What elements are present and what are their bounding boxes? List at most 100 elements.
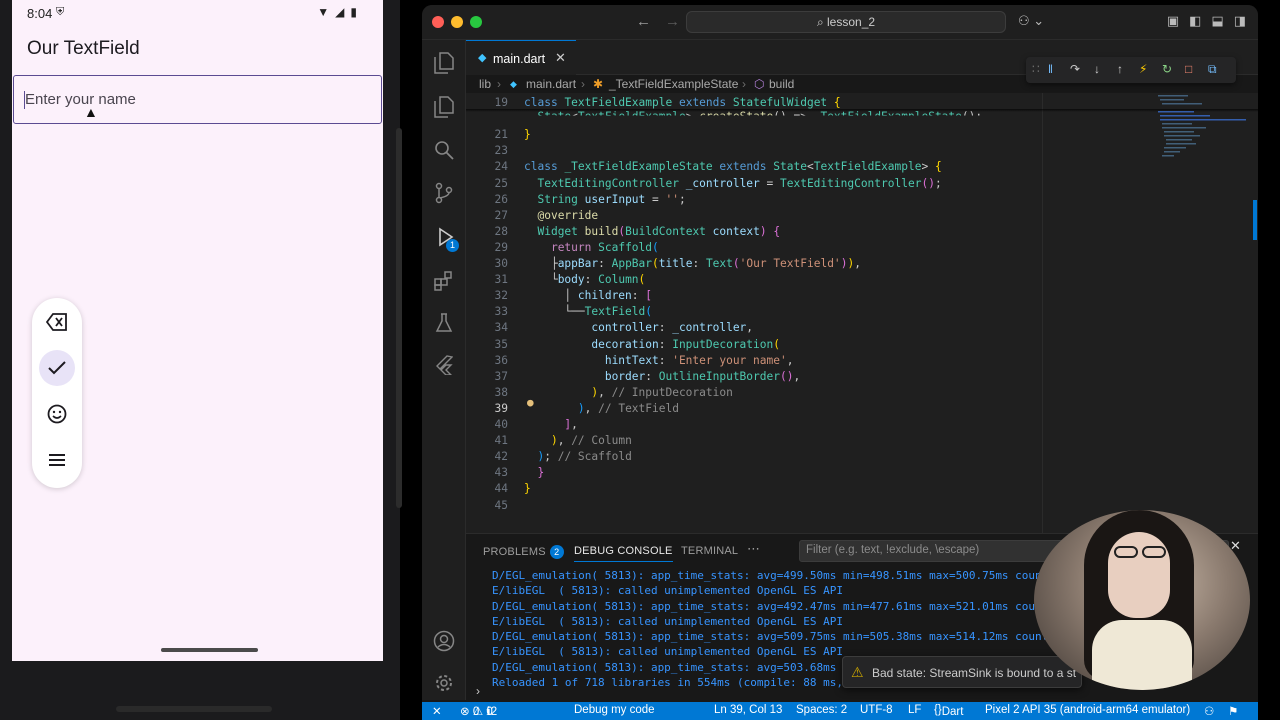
account-icon[interactable] (431, 628, 457, 654)
toggle-secondary-sidebar-icon[interactable]: ◨ (1234, 13, 1246, 29)
line-number: 33 (494, 305, 508, 319)
problems-status[interactable]: ⊗ 0 ⚠ 0 ℹ 2 (460, 704, 497, 718)
dart-file-icon: ◆ (510, 79, 517, 89)
forward-arrow-icon[interactable]: → (665, 13, 680, 30)
notification-message: Bad state: StreamSink is bound to a st (872, 666, 1077, 680)
breadcrumb-item[interactable]: lib (479, 77, 491, 91)
encoding-status[interactable]: UTF-8 (860, 704, 893, 716)
restart-icon[interactable]: ↻ (1162, 62, 1172, 76)
remote-icon[interactable]: ✕ (432, 704, 442, 718)
code-line: @override (537, 208, 599, 222)
zoom-window-button[interactable] (470, 16, 482, 28)
language-status[interactable]: {} Dart (934, 704, 963, 718)
toggle-sidebar-icon[interactable]: ◧ (1189, 13, 1201, 29)
explorer-icon[interactable] (431, 50, 457, 76)
line-number: 44 (494, 482, 508, 496)
step-over-icon[interactable]: ↷ (1070, 62, 1080, 76)
indentation-status[interactable]: Spaces: 2 (796, 704, 847, 716)
title-bar: ← → ⌕ lesson_2 ⚇ ⌄ ▣ ◧ ⬓ ◨ (422, 5, 1258, 40)
stop-icon[interactable]: □ (1185, 62, 1192, 76)
phone-screen: 8:04 ⛨ ▼ ◢ ▮ Our TextField Enter your na… (12, 0, 383, 661)
line-number: 37 (494, 369, 508, 383)
testing-flask-icon[interactable] (431, 310, 457, 336)
back-arrow-icon[interactable]: ← (636, 13, 651, 30)
tab-debug-console[interactable]: DEBUG CONSOLE (574, 545, 673, 562)
toggle-panel-icon[interactable]: ⬓ (1211, 13, 1223, 29)
code-line: └body: Column( (524, 273, 646, 287)
copilot-icon[interactable]: ⚇ ⌄ (1018, 13, 1044, 29)
tab-main-dart[interactable]: ◆ main.dart ✕ (466, 40, 576, 75)
name-text-field[interactable]: Enter your name (13, 75, 382, 124)
debug-toolbar: ∷ ‖ ↷ ↓ ↑ ⚡ ↻ □ ⧉ (1026, 57, 1236, 83)
pause-icon[interactable]: ‖ (1048, 62, 1053, 76)
scrollbar-thumb[interactable] (1253, 200, 1257, 240)
menu-icon[interactable] (39, 442, 75, 478)
code-line: │ children: [ (524, 289, 653, 303)
line-number: 32 (494, 289, 508, 303)
code-line: controller: _controller, (591, 321, 754, 335)
run-debug-icon[interactable]: 1 (431, 224, 459, 252)
method-symbol-icon: ⬡ (754, 77, 765, 91)
code-line: ), // TextField (577, 401, 679, 415)
line-number: 35 (494, 337, 508, 351)
more-actions-icon[interactable]: ⋯ (747, 541, 760, 557)
extensions-icon[interactable] (431, 268, 457, 294)
app-bar-title: Our TextField (27, 38, 140, 59)
devtools-icon[interactable]: ⧉ (1208, 62, 1217, 77)
tab-problems[interactable]: PROBLEMS 2 (483, 545, 564, 559)
tab-terminal[interactable]: TERMINAL (681, 545, 738, 557)
close-window-button[interactable] (432, 16, 444, 28)
backspace-icon[interactable] (39, 304, 75, 340)
line-number: 41 (494, 434, 508, 448)
code-line: ], (564, 418, 578, 431)
close-icon[interactable]: ✕ (1230, 538, 1241, 554)
breadcrumb-item[interactable]: _TextFieldExampleState (609, 77, 738, 91)
error-notification-toast[interactable]: ⚠ Bad state: StreamSink is bound to a st (842, 656, 1082, 688)
home-gesture-bar[interactable] (161, 648, 258, 652)
step-into-icon[interactable]: ↓ (1094, 62, 1100, 76)
code-line: decoration: InputDecoration( (591, 337, 780, 351)
cursor-position-status[interactable]: Ln 39, Col 13 (714, 704, 782, 716)
run-debug-badge: 1 (446, 239, 459, 252)
code-line: return Scaffold( (550, 240, 659, 254)
source-control-icon[interactable] (431, 180, 457, 206)
code-editor[interactable]: 19 class TextFieldExample extends Statefu… (466, 93, 1258, 533)
device-status[interactable]: Pixel 2 API 35 (android-arm64 emulator) (985, 704, 1190, 716)
code-line: TextEditingController _controller = Text… (537, 176, 942, 190)
eol-status[interactable]: LF (908, 704, 921, 716)
chevron-right-icon: › (742, 77, 746, 91)
bell-icon[interactable]: ⚑ (1228, 704, 1238, 718)
problems-count-badge: 2 (549, 545, 564, 559)
lightbulb-icon[interactable]: ● (527, 396, 534, 409)
code-line: String userInput = ''; (537, 192, 686, 206)
emoji-icon[interactable] (39, 396, 75, 432)
command-center[interactable]: ⌕ lesson_2 (686, 11, 1006, 33)
explorer-alt-icon[interactable] (431, 94, 457, 120)
close-icon[interactable]: ✕ (555, 50, 566, 66)
activity-bar: 1 (422, 40, 466, 700)
hot-reload-icon[interactable]: ⚡ (1139, 62, 1147, 76)
flutter-icon[interactable] (431, 352, 457, 378)
check-icon[interactable] (39, 350, 75, 386)
line-number: 31 (494, 273, 508, 287)
line-number: 40 (494, 418, 508, 431)
signal-icon: ◢ (335, 5, 345, 19)
copilot-status-icon[interactable]: ⚇ (1204, 704, 1214, 718)
layout-icon[interactable]: ▣ (1167, 13, 1179, 29)
tab-label: main.dart (493, 52, 546, 66)
minimize-window-button[interactable] (451, 16, 463, 28)
minimap[interactable] (1156, 93, 1256, 533)
code-line: ), // Column (550, 434, 632, 448)
line-number: 29 (494, 240, 508, 254)
debug-session-status[interactable]: Debug my code (574, 704, 655, 716)
dart-file-icon: ◆ (478, 52, 487, 64)
breadcrumb-item[interactable]: build (769, 77, 794, 91)
code-line: ); // Scaffold (537, 450, 632, 464)
gear-icon[interactable] (431, 670, 457, 696)
console-prompt-chevron-icon[interactable]: › (476, 684, 480, 698)
drag-handle-icon[interactable]: ∷ (1032, 62, 1040, 76)
shield-icon: ⛨ (56, 6, 65, 18)
search-icon[interactable] (431, 137, 457, 163)
breadcrumb-item[interactable]: main.dart (526, 77, 576, 91)
step-out-icon[interactable]: ↑ (1117, 62, 1123, 76)
